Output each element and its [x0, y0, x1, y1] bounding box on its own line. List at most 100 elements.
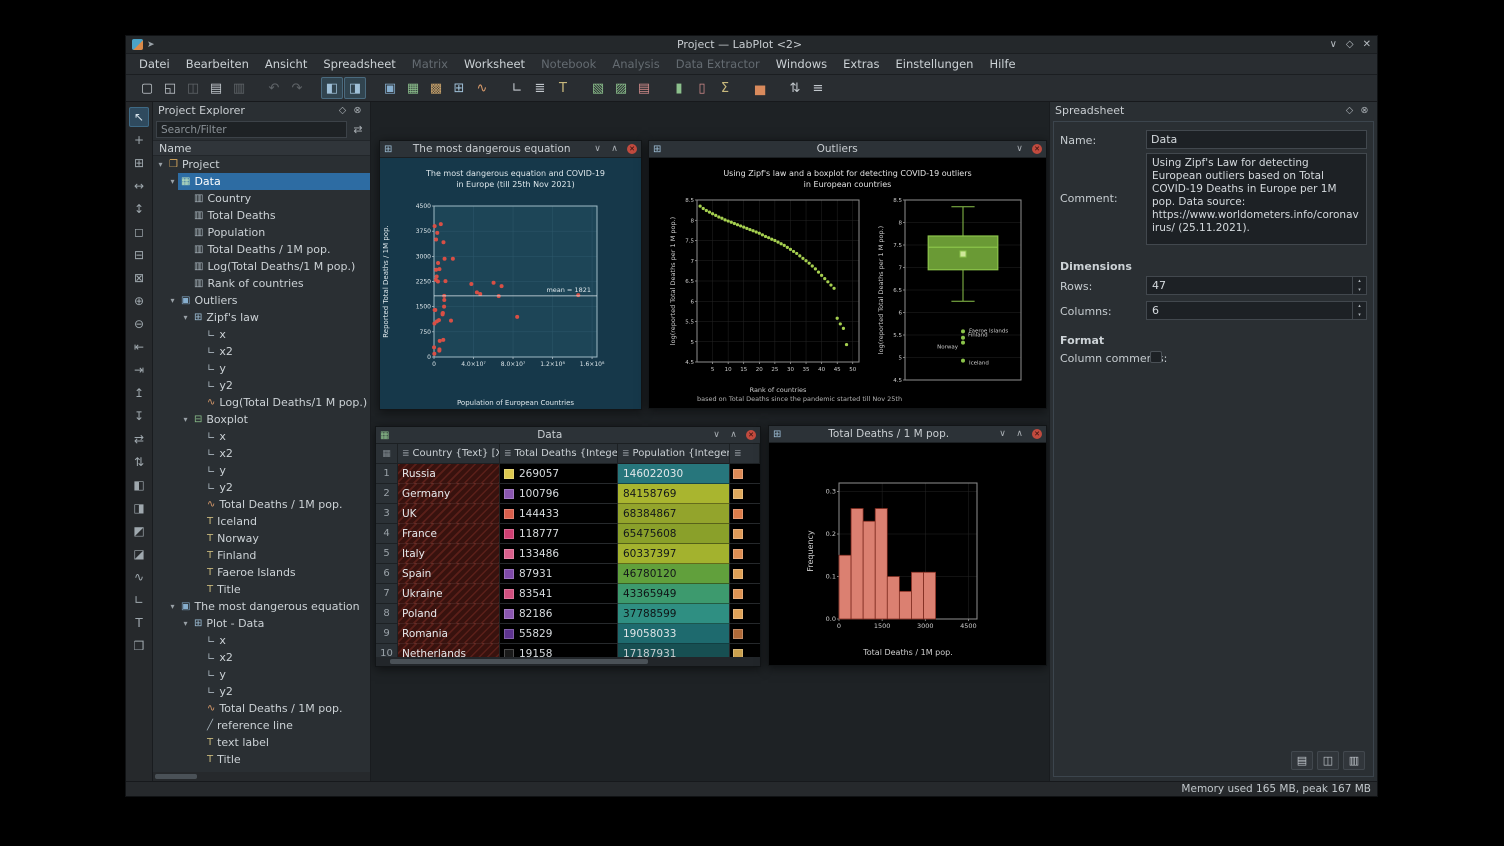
cell-extra[interactable]	[730, 524, 760, 544]
tree-item[interactable]: T Iceland	[153, 513, 370, 530]
cell-country[interactable]: Netherlands	[398, 644, 500, 657]
search-input[interactable]	[156, 121, 347, 138]
sort-ascending-icon[interactable]: ⇅	[784, 77, 806, 99]
float-dock-icon[interactable]: ◇	[1342, 105, 1357, 116]
close-dock-icon[interactable]: ⊗	[350, 105, 365, 116]
expander-icon[interactable]: ▾	[167, 602, 178, 611]
close-icon[interactable]: ✕	[1032, 429, 1042, 439]
menu-data-extractor[interactable]: Data Extractor	[668, 54, 768, 74]
tree-item[interactable]: ∟ x2	[153, 445, 370, 462]
zoom-select-icon[interactable]: ⊞	[129, 153, 149, 173]
spin-down-icon[interactable]: ▾	[1353, 286, 1366, 295]
close-button[interactable]: ✕	[1363, 39, 1371, 50]
cell-country[interactable]: Russia	[398, 464, 500, 484]
zoom-y-select-icon[interactable]: ↕	[129, 199, 149, 219]
menu-bearbeiten[interactable]: Bearbeiten	[178, 54, 257, 74]
column-header-population[interactable]: ≣ Population {Integer} [Y]	[618, 444, 730, 463]
row-number[interactable]: 7	[376, 584, 398, 604]
cell-total-deaths[interactable]: 82186	[500, 604, 618, 624]
subwindow-titlebar[interactable]: ⊞ The most dangerous equation ∨ ∧ ✕	[380, 141, 641, 158]
tree-item[interactable]: ∟ y	[153, 462, 370, 479]
name-field[interactable]	[1146, 130, 1367, 149]
worksheet-canvas[interactable]: 0.00.10.20.30150030004500Total Deaths / …	[769, 443, 1046, 665]
axis-tool-icon[interactable]: ∟	[129, 590, 149, 610]
crosshair-icon[interactable]: +	[129, 130, 149, 150]
close-dock-icon[interactable]: ⊗	[1357, 105, 1372, 116]
shift-left-x-icon[interactable]: ⇤	[129, 337, 149, 357]
tree-item[interactable]: ∿ Total Deaths / 1M pop.	[153, 700, 370, 717]
maximize-button[interactable]: ◇	[1346, 39, 1354, 50]
tree-item[interactable]: ∟ x2	[153, 649, 370, 666]
restore-icon[interactable]: ∧	[1013, 428, 1026, 441]
new-matrix-icon[interactable]: ▩	[425, 77, 447, 99]
cell-population[interactable]: 146022030	[618, 464, 730, 484]
labplot-app-icon[interactable]	[132, 39, 143, 50]
filter-options-icon[interactable]: ⇄	[349, 121, 367, 138]
save-document-icon[interactable]: ◫	[182, 77, 204, 99]
tree-item[interactable]: T Title	[153, 581, 370, 598]
tree-item[interactable]: ∟ y	[153, 360, 370, 377]
undo-icon[interactable]: ↶	[263, 77, 285, 99]
dock-right-icon[interactable]: ◨	[129, 498, 149, 518]
select-cursor-icon[interactable]: ↖	[129, 107, 149, 127]
save-as-icon[interactable]: ▥	[1343, 751, 1365, 770]
menu-matrix[interactable]: Matrix	[404, 54, 456, 74]
tree-item[interactable]: ▾ ❒ Project	[153, 156, 370, 173]
cell-extra[interactable]	[730, 564, 760, 584]
shade-icon[interactable]: ∨	[996, 428, 1009, 441]
tree-item[interactable]: ∿ Total Deaths / 1M pop.	[153, 496, 370, 513]
zoom-out-icon[interactable]: ⊖	[129, 314, 149, 334]
spin-up-icon[interactable]: ▴	[1353, 277, 1366, 286]
new-document-icon[interactable]: ▢	[136, 77, 158, 99]
row-number[interactable]: 2	[376, 484, 398, 504]
restore-icon[interactable]: ∧	[727, 429, 740, 442]
tree-item[interactable]: ▾ ⊞ Zipf's law	[153, 309, 370, 326]
tree-item[interactable]: ∟ x	[153, 326, 370, 343]
print-preview-icon[interactable]: ▥	[228, 77, 250, 99]
close-icon[interactable]: ✕	[1032, 144, 1042, 154]
dock-top-icon[interactable]: ◩	[129, 521, 149, 541]
tree-item[interactable]: ∟ y2	[153, 377, 370, 394]
shift-up-y-icon[interactable]: ↥	[129, 383, 149, 403]
menu-datei[interactable]: Datei	[131, 54, 178, 74]
tree-item[interactable]: ▾ ▣ Outliers	[153, 292, 370, 309]
expander-icon[interactable]: ▾	[167, 177, 178, 186]
bar-chart-icon[interactable]: ▅	[749, 77, 771, 99]
cell-population[interactable]: 65475608	[618, 524, 730, 544]
redo-icon[interactable]: ↷	[286, 77, 308, 99]
folder-tool-icon[interactable]: ❒	[129, 636, 149, 656]
shade-icon[interactable]: ∨	[710, 429, 723, 442]
expander-icon[interactable]: ▾	[180, 415, 191, 424]
tree-item[interactable]: ▥ Total Deaths	[153, 207, 370, 224]
add-axis-icon[interactable]: ∟	[506, 77, 528, 99]
open-document-icon[interactable]: ◱	[159, 77, 181, 99]
cell-extra[interactable]	[730, 464, 760, 484]
print-icon[interactable]: ▤	[205, 77, 227, 99]
comment-field[interactable]: Using Zipf's Law for detecting European …	[1146, 153, 1367, 245]
cell-population[interactable]: 60337397	[618, 544, 730, 564]
cell-extra[interactable]	[730, 544, 760, 564]
cell-population[interactable]: 19058033	[618, 624, 730, 644]
new-spreadsheet-icon[interactable]: ▦	[402, 77, 424, 99]
dock-bottom-icon[interactable]: ◪	[129, 544, 149, 564]
export-icon[interactable]: ▤	[1291, 751, 1313, 770]
corner-cell[interactable]: ▦	[376, 444, 398, 463]
cell-population[interactable]: 84158769	[618, 484, 730, 504]
cell-extra[interactable]	[730, 484, 760, 504]
add-legend-icon[interactable]: ≣	[529, 77, 551, 99]
cell-country[interactable]: UK	[398, 504, 500, 524]
cell-total-deaths[interactable]: 133486	[500, 544, 618, 564]
expander-icon[interactable]: ▾	[180, 313, 191, 322]
tree-item[interactable]: ▾ ▦ Data	[153, 173, 370, 190]
cell-total-deaths[interactable]: 87931	[500, 564, 618, 584]
histogram-chart[interactable]: 0.00.10.20.30150030004500Total Deaths / …	[805, 477, 985, 659]
cell-country[interactable]: Poland	[398, 604, 500, 624]
restore-icon[interactable]: ∧	[608, 143, 621, 156]
auto-scale-x-icon[interactable]: ⊟	[129, 245, 149, 265]
auto-scale-icon[interactable]: ◻	[129, 222, 149, 242]
explorer-hscrollbar[interactable]	[153, 772, 370, 781]
menu-ansicht[interactable]: Ansicht	[257, 54, 315, 74]
scrollbar-thumb[interactable]	[390, 659, 648, 664]
cell-country[interactable]: Germany	[398, 484, 500, 504]
tree-item[interactable]: ▾ ⊟ Boxplot	[153, 411, 370, 428]
